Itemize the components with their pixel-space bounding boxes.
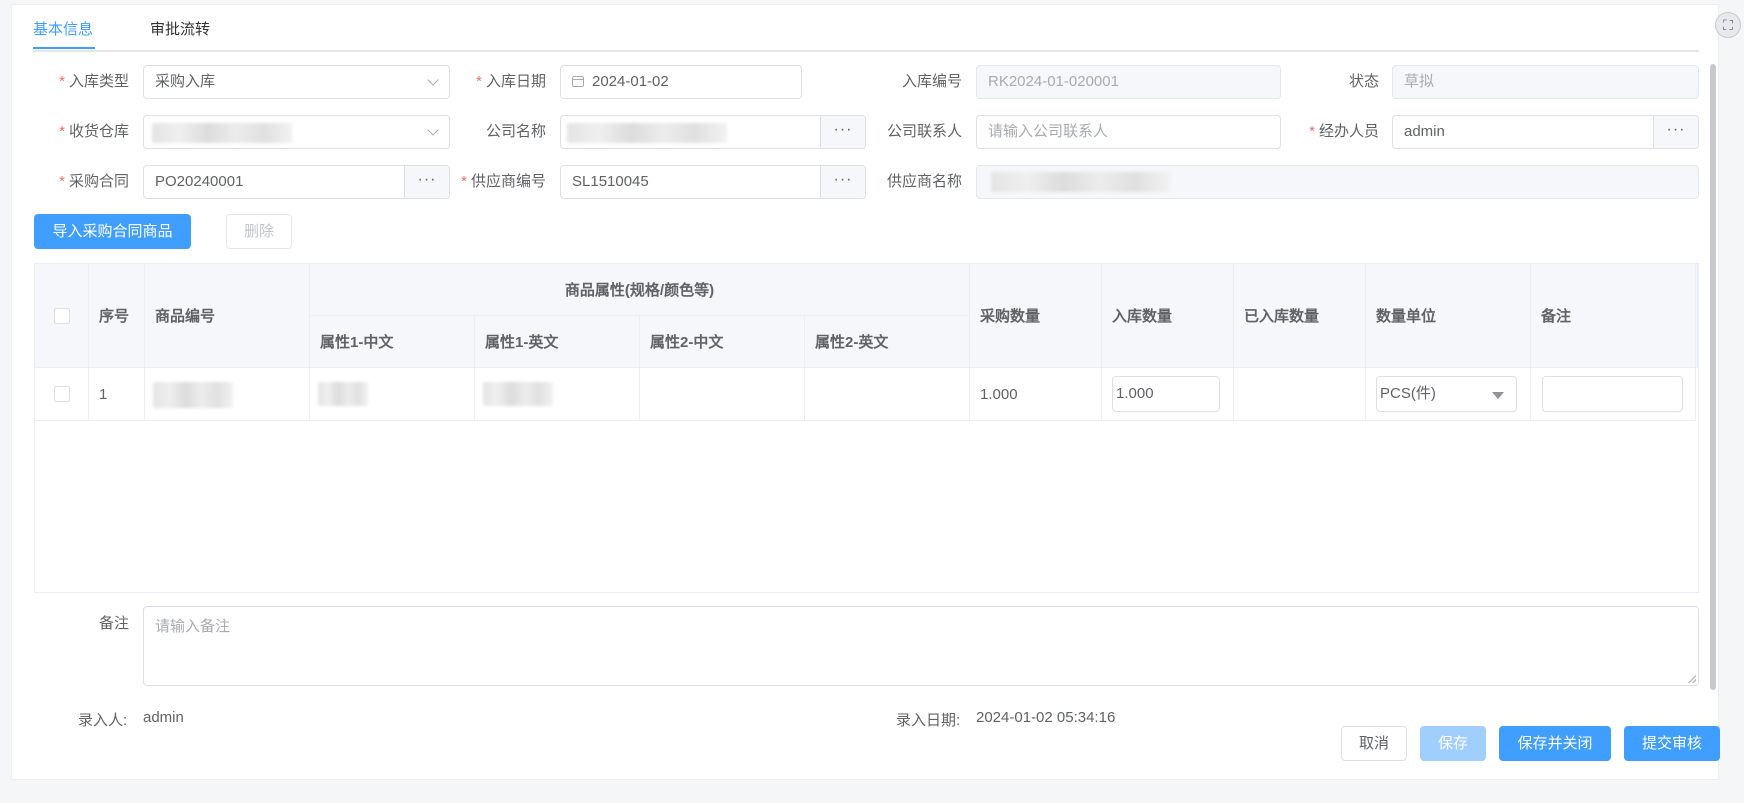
label-company-name: 公司名称: [485, 123, 546, 140]
label-status: 状态: [1348, 73, 1379, 90]
redacted-attr1-cn: [318, 382, 368, 406]
label-inbound-type: * 入库类型: [59, 73, 129, 90]
row-remark-input[interactable]: [1542, 376, 1683, 412]
cell-received-qty: [1234, 368, 1366, 421]
tab-active-indicator: [33, 47, 95, 49]
redacted-company: [567, 123, 727, 143]
inbound-date-picker[interactable]: 2024-01-02: [560, 65, 802, 99]
delete-button[interactable]: 删除: [226, 214, 292, 249]
supplier-code-field[interactable]: SL1510045 ···: [560, 165, 866, 199]
cell-purchase-qty: 1.000: [970, 368, 1102, 421]
header-attr2-en: 属性2-英文: [805, 316, 970, 368]
header-attr1-cn: 属性1-中文: [310, 316, 475, 368]
contract-picker-more-icon[interactable]: ···: [404, 166, 449, 198]
cell-inbound-qty: 1.000: [1102, 368, 1234, 421]
select-all-checkbox[interactable]: [53, 307, 70, 324]
label-supplier-code: * 供应商编号: [461, 173, 546, 190]
create-date-label: 录入日期:: [896, 712, 961, 729]
cell-attr2-en: [805, 368, 970, 421]
label-supplier-name: 供应商名称: [886, 173, 962, 190]
dropdown-triangle-icon: [1492, 392, 1504, 399]
cell-remark: [1531, 368, 1696, 421]
header-select-all: [35, 264, 89, 368]
header-purchase-qty: 采购数量: [970, 264, 1102, 368]
header-attr-group: 商品属性(规格/颜色等): [310, 264, 970, 316]
creator-value: admin: [143, 709, 184, 726]
calendar-icon: [572, 76, 584, 87]
remark-textarea[interactable]: 请输入备注: [143, 606, 1699, 686]
company-picker-more-icon[interactable]: ···: [820, 116, 865, 148]
header-seq: 序号: [89, 264, 145, 368]
table-row-select: [35, 368, 89, 421]
warehouse-select[interactable]: [143, 115, 450, 149]
tab-basic-info[interactable]: 基本信息: [33, 18, 93, 39]
chevron-down-icon: [427, 74, 439, 86]
cell-attr1-en: [475, 368, 640, 421]
resize-handle-icon[interactable]: [1688, 675, 1696, 683]
header-attr2-cn: 属性2-中文: [640, 316, 805, 368]
cancel-button[interactable]: 取消: [1341, 726, 1407, 761]
submit-review-button[interactable]: 提交审核: [1624, 726, 1720, 761]
creator-label: 录入人:: [78, 712, 128, 729]
label-inbound-date: * 入库日期: [476, 73, 546, 90]
supplier-picker-more-icon[interactable]: ···: [820, 166, 865, 198]
header-attr1-en: 属性1-英文: [475, 316, 640, 368]
cell-seq: 1: [89, 368, 145, 421]
label-handler: * 经办人员: [1309, 123, 1379, 140]
inbound-qty-input[interactable]: 1.000: [1112, 376, 1220, 412]
handler-field[interactable]: admin ···: [1392, 115, 1699, 149]
create-date-value: 2024-01-02 05:34:16: [976, 709, 1116, 726]
save-button[interactable]: 保存: [1420, 726, 1486, 761]
redacted-attr1-en: [483, 382, 553, 406]
header-received-qty: 已入库数量: [1234, 264, 1366, 368]
label-company-contact: 公司联系人: [886, 123, 962, 140]
goods-table: 序号 商品编号 商品属性(规格/颜色等) 属性1-中文 属性1-英文 属性2-中…: [34, 263, 1699, 593]
label-inbound-no: 入库编号: [901, 73, 962, 90]
label-purchase-contract: * 采购合同: [59, 173, 129, 190]
cell-code: [145, 368, 310, 421]
header-unit: 数量单位: [1366, 264, 1531, 368]
cell-attr1-cn: [310, 368, 475, 421]
vertical-scrollbar[interactable]: [1710, 64, 1716, 690]
unit-select[interactable]: PCS(件): [1376, 376, 1517, 412]
tabs: 基本信息 审批流转: [33, 4, 1699, 52]
status-field: 草拟: [1392, 65, 1699, 99]
redacted-code: [153, 382, 233, 408]
chevron-down-icon: [427, 124, 439, 136]
company-contact-input[interactable]: 请输入公司联系人: [976, 115, 1281, 149]
label-remark: 备注: [98, 615, 129, 632]
purchase-contract-field[interactable]: PO20240001 ···: [143, 165, 450, 199]
redacted-supplier: [991, 172, 1171, 192]
handler-picker-more-icon[interactable]: ···: [1653, 116, 1698, 148]
fullscreen-icon[interactable]: ⛶: [1715, 12, 1741, 38]
tab-approval-flow[interactable]: 审批流转: [150, 18, 210, 39]
header-inbound-qty: 入库数量: [1102, 264, 1234, 368]
cell-unit: PCS(件): [1366, 368, 1531, 421]
supplier-name-field: [976, 165, 1699, 199]
redacted-warehouse: [152, 123, 292, 143]
cell-attr2-cn: [640, 368, 805, 421]
header-remark: 备注: [1531, 264, 1696, 368]
save-and-close-button[interactable]: 保存并关闭: [1499, 726, 1611, 761]
inbound-type-select[interactable]: 采购入库: [143, 65, 450, 99]
header-code: 商品编号: [145, 264, 310, 368]
label-warehouse: * 收货仓库: [59, 123, 129, 140]
header-gutter: [1696, 264, 1698, 368]
company-name-field[interactable]: ···: [560, 115, 866, 149]
inbound-no-field: RK2024-01-020001: [976, 65, 1281, 99]
import-contract-goods-button[interactable]: 导入采购合同商品: [34, 214, 191, 249]
row-checkbox[interactable]: [53, 386, 70, 402]
